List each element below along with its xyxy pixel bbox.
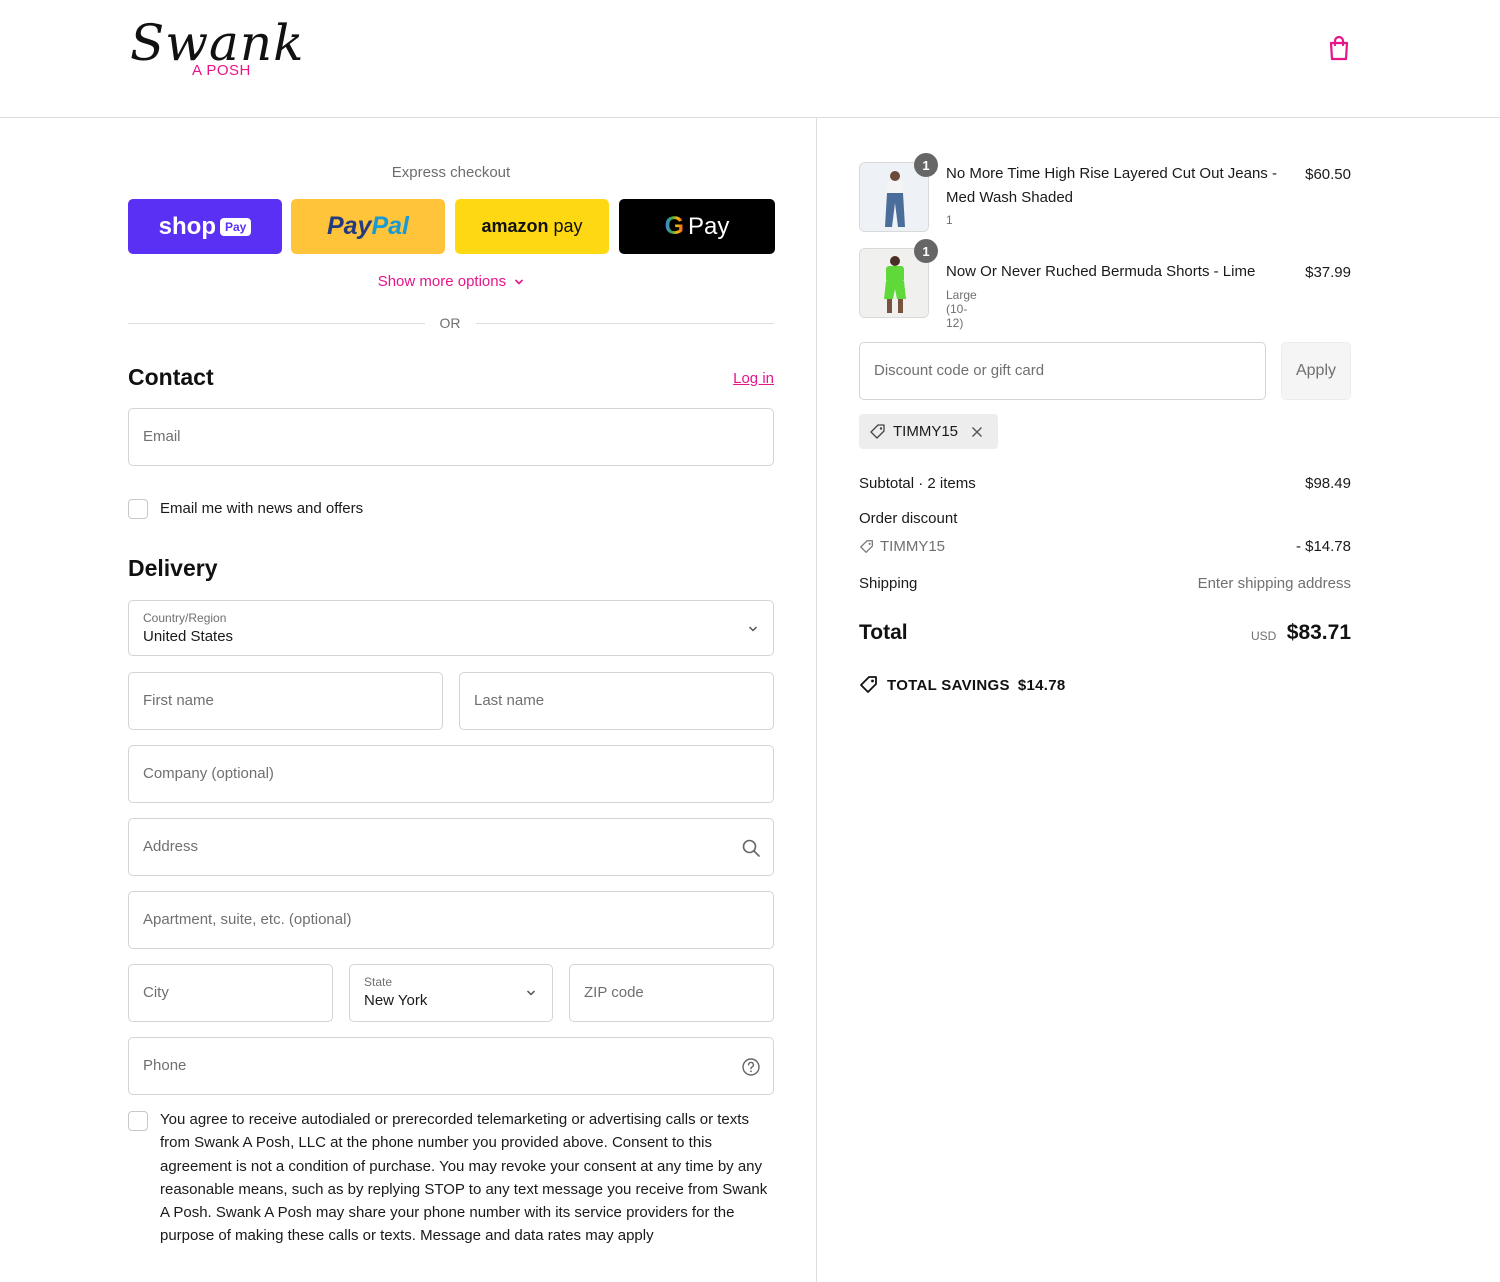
last-name-field[interactable]: Last name <box>459 672 774 730</box>
item-title: No More Time High Rise Layered Cut Out J… <box>946 165 1277 206</box>
shop-pay-badge: Pay <box>219 217 252 236</box>
total-currency: USD <box>1251 629 1277 643</box>
shipping-row: Shipping Enter shipping address <box>859 575 1351 592</box>
country-select[interactable]: Country/Region United States <box>128 600 774 656</box>
savings-value: $14.78 <box>1017 676 1066 694</box>
subtotal-label: Subtotal · 2 items <box>859 475 976 492</box>
savings-label: TOTAL SAVINGS <box>887 676 1010 694</box>
paypal-wordmark: PayPal <box>326 212 409 240</box>
company-field[interactable]: Company (optional) <box>128 745 774 803</box>
total-savings: TOTAL SAVINGS $14.78 <box>859 675 1066 695</box>
address-placeholder: Address <box>143 838 199 855</box>
amazon-pay-button[interactable]: amazon pay <box>455 199 609 254</box>
or-divider-label: OR <box>439 315 461 331</box>
item-variant: Large (10-12) <box>946 288 977 330</box>
phone-placeholder: Phone <box>143 1057 187 1074</box>
total-amount: $83.71 <box>1286 621 1351 644</box>
apartment-placeholder: Apartment, suite, etc. (optional) <box>143 911 352 928</box>
discount-code-field[interactable]: Discount code or gift card <box>859 342 1266 400</box>
google-g-icon: G <box>664 212 685 240</box>
apartment-field[interactable]: Apartment, suite, etc. (optional) <box>128 891 774 949</box>
item-variant: 1 <box>946 213 953 227</box>
sms-consent-text: You agree to receive autodialed or prere… <box>160 1111 768 1245</box>
search-icon <box>742 839 760 857</box>
apply-discount-button[interactable]: Apply <box>1281 342 1351 400</box>
shipping-label: Shipping <box>859 575 918 592</box>
delivery-heading: Delivery <box>128 555 218 581</box>
show-more-options-link[interactable]: Show more options <box>128 273 774 290</box>
brand-logo[interactable]: Swank A POSH <box>130 14 303 80</box>
total-label: Total <box>859 621 908 644</box>
first-name-field[interactable]: First name <box>128 672 443 730</box>
discount-placeholder: Discount code or gift card <box>874 362 1045 379</box>
contact-heading: Contact <box>128 364 214 390</box>
order-discount-label: Order discount <box>859 510 958 527</box>
state-value: New York <box>364 992 428 1009</box>
phone-field[interactable]: Phone <box>128 1037 774 1095</box>
chevron-down-icon <box>526 990 536 996</box>
or-divider-left <box>128 323 425 324</box>
item-price: $60.50 <box>1305 166 1351 183</box>
paypal-button[interactable]: PayPal <box>291 199 445 254</box>
zip-field[interactable]: ZIP code <box>569 964 774 1022</box>
news-offers-label: Email me with news and offers <box>160 500 364 517</box>
discount-code-label: TIMMY15 <box>880 538 946 555</box>
chevron-down-icon <box>748 626 758 632</box>
amazon-pay-wordmark: amazon pay <box>481 216 583 236</box>
country-label: Country/Region <box>143 611 227 625</box>
last-name-placeholder: Last name <box>474 692 545 709</box>
logo-subtitle: A POSH <box>192 62 251 79</box>
item-title: Now Or Never Ruched Bermuda Shorts - Lim… <box>946 263 1256 280</box>
subtotal-value: $98.49 <box>1305 475 1351 492</box>
country-value: United States <box>143 628 234 645</box>
city-field[interactable]: City <box>128 964 333 1022</box>
subtotal-row: Subtotal · 2 items $98.49 <box>859 475 1351 492</box>
item-price: $37.99 <box>1305 264 1351 281</box>
address-field[interactable]: Address <box>128 818 774 876</box>
google-pay-wordmark: G Pay <box>664 212 730 240</box>
shipping-value: Enter shipping address <box>1197 575 1351 592</box>
city-placeholder: City <box>143 984 169 1001</box>
state-select[interactable]: State New York <box>349 964 553 1022</box>
order-discount-row: Order discount <box>859 510 1351 527</box>
discount-code-row: TIMMY15 - $14.78 <box>859 538 1351 559</box>
savings-tag-icon <box>860 676 877 693</box>
tag-icon <box>870 423 885 439</box>
zip-placeholder: ZIP code <box>584 984 644 1001</box>
chevron-down-icon <box>515 279 524 285</box>
site-header: Swank A POSH <box>0 0 1500 118</box>
state-label: State <box>364 975 393 989</box>
shopping-bag-icon[interactable] <box>1326 34 1352 62</box>
google-pay-button[interactable]: G Pay <box>619 199 775 254</box>
or-divider-right <box>476 323 774 324</box>
login-link[interactable]: Log in <box>720 370 774 387</box>
email-placeholder: Email <box>143 428 181 445</box>
express-checkout-label: Express checkout <box>391 164 511 181</box>
close-icon[interactable] <box>970 425 984 439</box>
company-placeholder: Company (optional) <box>143 765 274 782</box>
applied-discount-chip: TIMMY15 <box>859 414 998 449</box>
help-circle-icon[interactable] <box>740 1056 762 1078</box>
discount-value: - $14.78 <box>1295 538 1351 555</box>
tag-icon <box>860 539 873 553</box>
email-field[interactable]: Email <box>128 408 774 466</box>
applied-code-text: TIMMY15 <box>893 423 959 440</box>
column-divider <box>816 118 817 1282</box>
news-offers-checkbox[interactable] <box>128 499 148 519</box>
quantity-badge: 1 <box>914 239 938 263</box>
shop-pay-button[interactable]: shop Pay <box>128 199 282 254</box>
sms-consent-checkbox[interactable] <box>128 1111 148 1131</box>
shop-pay-wordmark: shop <box>158 212 216 240</box>
first-name-placeholder: First name <box>143 692 214 709</box>
quantity-badge: 1 <box>914 153 938 177</box>
